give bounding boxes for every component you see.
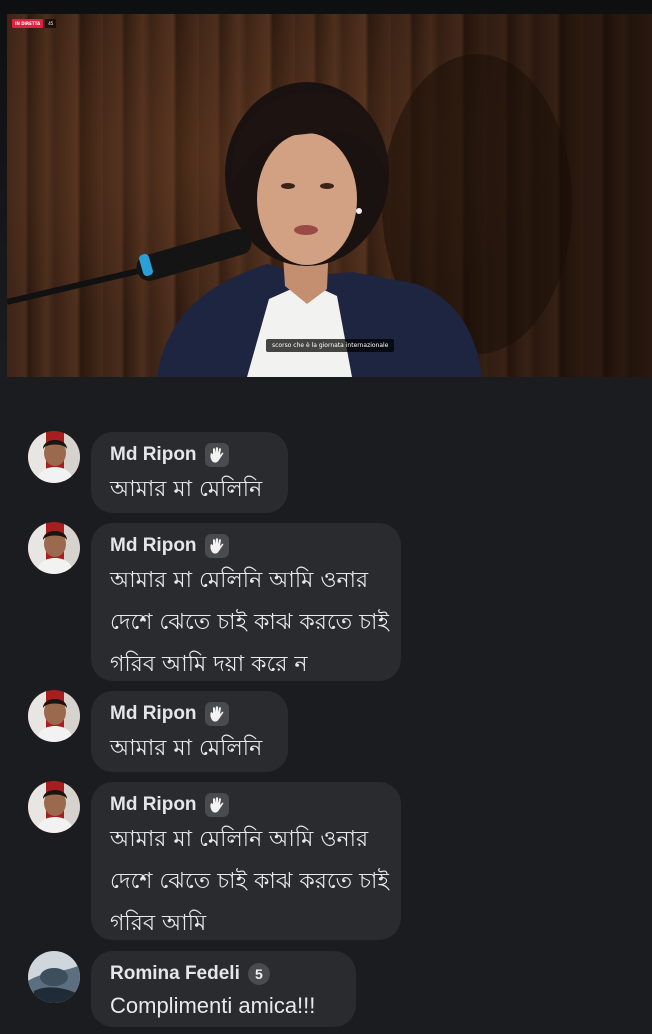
video-caption: scorso che è la giornata internazionale	[266, 339, 395, 352]
comment-text-line: আমার মা মেলিনি আমি ওনার	[110, 827, 369, 852]
comment-text: আমার মা মেলিনি	[110, 477, 263, 502]
comment-text-line: দেশে ঝেতে চাই কাঝ করতে চাই	[110, 869, 389, 894]
comment-author[interactable]: Md Ripon	[110, 444, 197, 466]
level-5-badge-icon: 5	[247, 963, 270, 985]
wave-hand-icon	[204, 534, 229, 558]
comment-author[interactable]: Romina Fedeli	[110, 963, 240, 985]
wave-hand-icon	[204, 443, 229, 467]
comment-text: Complimenti amica!!!	[110, 993, 316, 1018]
comment-bubble: Romina Fedeli 5 Complimenti amica!!!	[91, 951, 356, 1027]
comment-bubble: Md Ripon আমার মা মেলিনি আমি ওনার দেশে ঝে…	[91, 523, 401, 681]
comment-author[interactable]: Md Ripon	[110, 703, 197, 725]
comment-text-line: গরিব আমি	[110, 911, 207, 936]
comment-bubble: Md Ripon আমার মা মেলিনি আমি ওনার দেশে ঝে…	[91, 782, 401, 940]
live-indicator: IN DIRETTA 45	[12, 19, 57, 28]
viewer-count: 45	[45, 19, 57, 28]
avatar[interactable]	[28, 781, 80, 833]
live-video-page: IN DIRETTA 45 scorso che è la giornata i…	[0, 0, 652, 1034]
comment-bubble: Md Ripon আমার মা মেলিনি	[91, 432, 288, 513]
comment-bubble: Md Ripon আমার মা মেলিনি	[91, 691, 288, 772]
badge-level-text: 5	[254, 966, 263, 982]
comment-author[interactable]: Md Ripon	[110, 794, 197, 816]
live-video-player[interactable]: IN DIRETTA 45 scorso che è la giornata i…	[7, 14, 652, 377]
comment-text-line: আমার মা মেলিনি আমি ওনার	[110, 568, 369, 593]
avatar[interactable]	[28, 522, 80, 574]
avatar[interactable]	[28, 431, 80, 483]
comment-text-line: দেশে ঝেতে চাই কাঝ করতে চাই	[110, 610, 389, 635]
avatar[interactable]	[28, 690, 80, 742]
comment-text-line: গরিব আমি দয়া করে ন	[110, 652, 308, 677]
avatar[interactable]	[28, 951, 80, 1003]
comment-text: আমার মা মেলিনি	[110, 736, 263, 761]
speaker-figure	[7, 54, 572, 377]
wave-hand-icon	[204, 702, 229, 726]
comment-author[interactable]: Md Ripon	[110, 535, 197, 557]
wave-hand-icon	[204, 793, 229, 817]
live-label: IN DIRETTA	[12, 19, 44, 28]
